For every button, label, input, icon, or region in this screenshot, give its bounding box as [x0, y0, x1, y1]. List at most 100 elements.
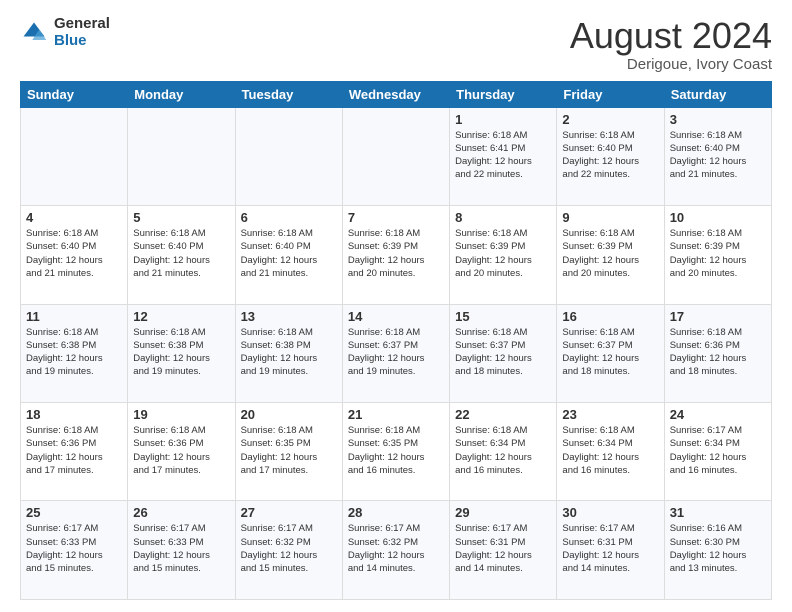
day-detail: Sunrise: 6:18 AMSunset: 6:34 PMDaylight:… — [562, 424, 658, 477]
calendar-header-row: Sunday Monday Tuesday Wednesday Thursday… — [21, 81, 772, 107]
day-number: 7 — [348, 210, 444, 225]
header: General Blue August 2024 Derigoue, Ivory… — [20, 16, 772, 73]
day-number: 9 — [562, 210, 658, 225]
table-row: 2Sunrise: 6:18 AMSunset: 6:40 PMDaylight… — [557, 107, 664, 205]
table-row: 8Sunrise: 6:18 AMSunset: 6:39 PMDaylight… — [450, 206, 557, 304]
table-row: 6 Sunrise: 6:18 AMSunset: 6:40 PMDaylight… — [235, 206, 342, 304]
table-row: 27Sunrise: 6:17 AMSunset: 6:32 PMDayligh… — [235, 501, 342, 600]
calendar-week-4: 18 Sunrise: 6:18 AMSunset: 6:36 PMDayligh… — [21, 403, 772, 501]
day-detail: Sunrise: 6:18 AMSunset: 6:35 PMDaylight:… — [348, 424, 444, 477]
page: General Blue August 2024 Derigoue, Ivory… — [0, 0, 792, 612]
day-detail: Sunrise: 6:18 AMSunset: 6:36 PMDaylight:… — [670, 326, 766, 379]
day-number: 29 — [455, 505, 551, 520]
day-detail: Sunrise: 6:18 AMSunset: 6:39 PMDaylight:… — [670, 227, 766, 280]
day-detail: Sunrise: 6:16 AMSunset: 6:30 PMDaylight:… — [670, 522, 766, 575]
calendar-week-5: 25 Sunrise: 6:17 AMSunset: 6:33 PMDayligh… — [21, 501, 772, 600]
table-row: 10 Sunrise: 6:18 AMSunset: 6:39 PMDayligh… — [664, 206, 771, 304]
table-row: 7 Sunrise: 6:18 AMSunset: 6:39 PMDaylight… — [342, 206, 449, 304]
day-number: 23 — [562, 407, 658, 422]
day-detail: Sunrise: 6:18 AMSunset: 6:34 PMDaylight:… — [455, 424, 551, 477]
day-number: 28 — [348, 505, 444, 520]
day-detail: Sunrise: 6:18 AMSunset: 6:39 PMDaylight:… — [562, 227, 658, 280]
calendar-week-3: 11 Sunrise: 6:18 AMSunset: 6:38 PMDayligh… — [21, 304, 772, 402]
header-tuesday: Tuesday — [235, 81, 342, 107]
calendar-week-1: 1 Sunrise: 6:18 AMSunset: 6:41 PMDaylight… — [21, 107, 772, 205]
table-row: 1 Sunrise: 6:18 AMSunset: 6:41 PMDaylight… — [450, 107, 557, 205]
table-row: 22Sunrise: 6:18 AMSunset: 6:34 PMDayligh… — [450, 403, 557, 501]
day-number: 13 — [241, 309, 337, 324]
table-row: 26Sunrise: 6:17 AMSunset: 6:33 PMDayligh… — [128, 501, 235, 600]
day-detail: Sunrise: 6:18 AMSunset: 6:38 PMDaylight:… — [133, 326, 229, 379]
day-detail: Sunrise: 6:18 AMSunset: 6:40 PMDaylight:… — [670, 129, 766, 182]
day-number: 24 — [670, 407, 766, 422]
table-row: 28Sunrise: 6:17 AMSunset: 6:32 PMDayligh… — [342, 501, 449, 600]
table-row: 31 Sunrise: 6:16 AMSunset: 6:30 PMDayligh… — [664, 501, 771, 600]
day-detail: Sunrise: 6:18 AMSunset: 6:40 PMDaylight:… — [133, 227, 229, 280]
table-row: 19 Sunrise: 6:18 AMSunset: 6:36 PMDayligh… — [128, 403, 235, 501]
table-row — [21, 107, 128, 205]
day-number: 10 — [670, 210, 766, 225]
day-detail: Sunrise: 6:17 AMSunset: 6:34 PMDaylight:… — [670, 424, 766, 477]
day-number: 25 — [26, 505, 122, 520]
day-number: 17 — [670, 309, 766, 324]
main-title: August 2024 — [570, 16, 772, 56]
day-detail: Sunrise: 6:18 AMSunset: 6:40 PMDaylight:… — [26, 227, 122, 280]
table-row: 15 Sunrise: 6:18 AMSunset: 6:37 PMDayligh… — [450, 304, 557, 402]
day-detail: Sunrise: 6:18 AMSunset: 6:41 PMDaylight:… — [455, 129, 551, 182]
day-number: 4 — [26, 210, 122, 225]
table-row: 25 Sunrise: 6:17 AMSunset: 6:33 PMDayligh… — [21, 501, 128, 600]
header-wednesday: Wednesday — [342, 81, 449, 107]
table-row: 12 Sunrise: 6:18 AMSunset: 6:38 PMDayligh… — [128, 304, 235, 402]
table-row: 14 Sunrise: 6:18 AMSunset: 6:37 PMDayligh… — [342, 304, 449, 402]
logo: General Blue — [20, 16, 110, 49]
table-row: 5 Sunrise: 6:18 AMSunset: 6:40 PMDaylight… — [128, 206, 235, 304]
table-row: 9 Sunrise: 6:18 AMSunset: 6:39 PMDaylight… — [557, 206, 664, 304]
day-number: 14 — [348, 309, 444, 324]
subtitle: Derigoue, Ivory Coast — [570, 56, 772, 73]
day-number: 11 — [26, 309, 122, 324]
day-detail: Sunrise: 6:18 AMSunset: 6:36 PMDaylight:… — [26, 424, 122, 477]
logo-general-text: General — [54, 16, 110, 33]
table-row — [342, 107, 449, 205]
table-row — [128, 107, 235, 205]
table-row — [235, 107, 342, 205]
day-number: 12 — [133, 309, 229, 324]
table-row: 21Sunrise: 6:18 AMSunset: 6:35 PMDayligh… — [342, 403, 449, 501]
day-detail: Sunrise: 6:18 AMSunset: 6:37 PMDaylight:… — [348, 326, 444, 379]
day-number: 15 — [455, 309, 551, 324]
day-detail: Sunrise: 6:17 AMSunset: 6:31 PMDaylight:… — [455, 522, 551, 575]
day-number: 1 — [455, 112, 551, 127]
table-row: 23 Sunrise: 6:18 AMSunset: 6:34 PMDayligh… — [557, 403, 664, 501]
table-row: 24 Sunrise: 6:17 AMSunset: 6:34 PMDayligh… — [664, 403, 771, 501]
day-number: 18 — [26, 407, 122, 422]
day-detail: Sunrise: 6:18 AMSunset: 6:40 PMDaylight:… — [562, 129, 658, 182]
header-friday: Friday — [557, 81, 664, 107]
table-row: 13Sunrise: 6:18 AMSunset: 6:38 PMDayligh… — [235, 304, 342, 402]
day-detail: Sunrise: 6:18 AMSunset: 6:39 PMDaylight:… — [348, 227, 444, 280]
day-number: 8 — [455, 210, 551, 225]
day-number: 19 — [133, 407, 229, 422]
day-detail: Sunrise: 6:17 AMSunset: 6:31 PMDaylight:… — [562, 522, 658, 575]
day-detail: Sunrise: 6:18 AMSunset: 6:40 PMDaylight:… — [241, 227, 337, 280]
day-number: 16 — [562, 309, 658, 324]
calendar-table: Sunday Monday Tuesday Wednesday Thursday… — [20, 81, 772, 600]
header-thursday: Thursday — [450, 81, 557, 107]
day-number: 20 — [241, 407, 337, 422]
day-detail: Sunrise: 6:17 AMSunset: 6:33 PMDaylight:… — [133, 522, 229, 575]
day-detail: Sunrise: 6:18 AMSunset: 6:35 PMDaylight:… — [241, 424, 337, 477]
table-row: 30Sunrise: 6:17 AMSunset: 6:31 PMDayligh… — [557, 501, 664, 600]
table-row: 18 Sunrise: 6:18 AMSunset: 6:36 PMDayligh… — [21, 403, 128, 501]
day-detail: Sunrise: 6:18 AMSunset: 6:36 PMDaylight:… — [133, 424, 229, 477]
day-number: 5 — [133, 210, 229, 225]
day-detail: Sunrise: 6:17 AMSunset: 6:33 PMDaylight:… — [26, 522, 122, 575]
day-number: 31 — [670, 505, 766, 520]
day-detail: Sunrise: 6:18 AMSunset: 6:37 PMDaylight:… — [455, 326, 551, 379]
title-block: August 2024 Derigoue, Ivory Coast — [570, 16, 772, 73]
calendar-week-2: 4 Sunrise: 6:18 AMSunset: 6:40 PMDaylight… — [21, 206, 772, 304]
header-monday: Monday — [128, 81, 235, 107]
table-row: 20 Sunrise: 6:18 AMSunset: 6:35 PMDayligh… — [235, 403, 342, 501]
header-saturday: Saturday — [664, 81, 771, 107]
day-number: 3 — [670, 112, 766, 127]
day-number: 6 — [241, 210, 337, 225]
table-row: 3 Sunrise: 6:18 AMSunset: 6:40 PMDaylight… — [664, 107, 771, 205]
